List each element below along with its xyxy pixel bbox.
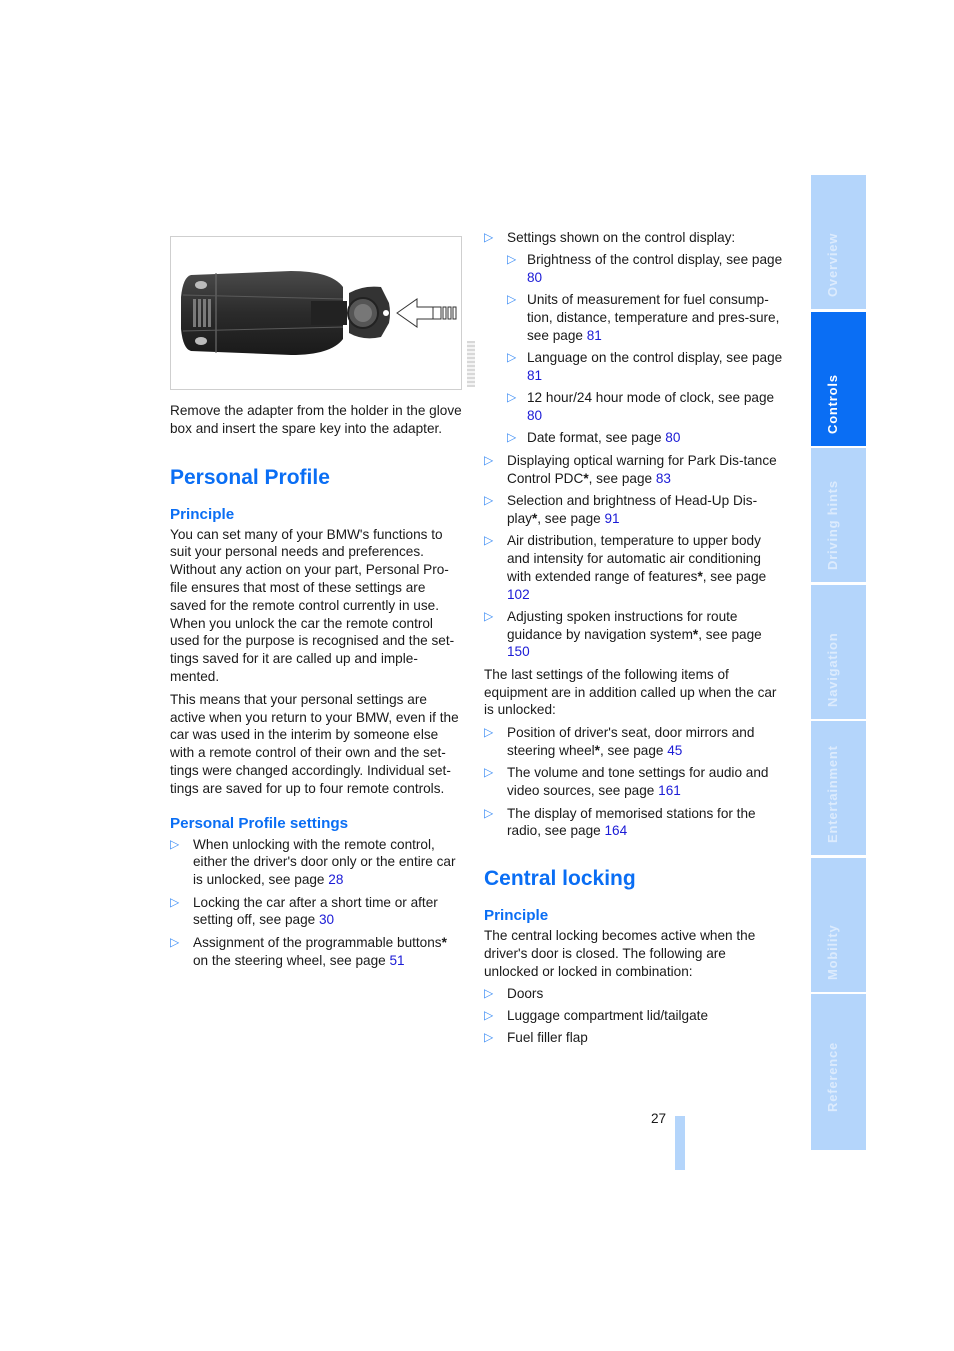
triangle-bullet-icon: ▷ [484,765,494,780]
list-item: ▷ The display of memorised stations for … [484,805,756,839]
tab-driving-hints[interactable]: Driving hints [811,448,866,582]
page-link[interactable]: 45 [667,743,682,758]
section-title-personal-profile: Personal Profile [170,465,330,489]
triangle-bullet-icon: ▷ [484,805,494,820]
optional-equipment-star: * [441,934,447,950]
page-link[interactable]: 51 [390,953,405,968]
triangle-bullet-icon: ▷ [507,251,517,266]
key-adapter-figure [170,236,475,390]
page-link[interactable]: 81 [587,328,602,343]
page-link[interactable]: 161 [658,783,681,798]
triangle-bullet-icon: ▷ [484,985,494,1000]
triangle-bullet-icon: ▷ [484,452,494,467]
sublist-item: ▷ 12 hour/24 hour mode of clock, see page… [507,390,775,423]
tab-overview[interactable]: Overview [811,175,866,309]
list-item: ▷ Displaying optical warning for Park Di… [484,452,777,486]
triangle-bullet-icon: ▷ [484,608,494,623]
last-settings-list: ▷ Position of driver's seat, door mirror… [484,724,784,840]
list-item: ▷ Settings shown on the control display:… [484,230,784,447]
list-item: ▷ When unlocking with the remote control… [170,836,456,888]
triangle-bullet-icon: ▷ [484,492,494,507]
page-link[interactable]: 80 [665,430,680,445]
page-link[interactable]: 91 [605,511,620,526]
last-settings-intro: The last settings of the following items… [484,666,777,718]
tab-mobility[interactable]: Mobility [811,857,866,992]
principle-paragraph-1: You can set many of your BMW's functions… [170,526,455,684]
subsection-title-principle: Principle [170,505,235,523]
triangle-bullet-icon: ▷ [484,1030,494,1045]
tab-navigation[interactable]: Navigation [811,584,866,719]
sublist-item: ▷ Units of measurement for fuel consump-t… [507,291,780,343]
page-link[interactable]: 150 [507,644,530,659]
page-link[interactable]: 81 [527,368,542,383]
list-item: ▷ Fuel filler flap [484,1030,588,1046]
list-item: ▷ Position of driver's seat, door mirror… [484,725,755,759]
subsection-title-personal-profile-settings: Personal Profile settings [170,814,349,832]
page-link[interactable]: 28 [328,872,343,887]
settings-list: ▷ Settings shown on the control display:… [484,229,784,661]
tab-reference[interactable]: Reference [811,994,866,1150]
page-link[interactable]: 80 [527,408,542,423]
triangle-bullet-icon: ▷ [484,230,494,244]
triangle-bullet-icon: ▷ [170,836,180,851]
list-item: ▷ The volume and tone settings for audio… [484,765,769,799]
personal-profile-settings-list: ▷ When unlocking with the remote control… [170,836,465,970]
list-item: ▷ Assignment of the programmable buttons… [170,934,447,968]
list-item: ▷ Selection and brightness of Head-Up Di… [484,492,758,526]
sublist-item: ▷ Brightness of the control display, see … [507,251,783,285]
page-link[interactable]: 30 [319,912,334,927]
triangle-bullet-icon: ▷ [484,533,494,548]
list-item: ▷ Doors [484,985,544,1001]
control-display-settings-sublist: ▷ Brightness of the control display, see … [507,251,784,447]
triangle-bullet-icon: ▷ [507,430,517,445]
triangle-bullet-icon: ▷ [484,1008,494,1023]
principle-paragraph-2: This means that your personal settings a… [170,691,459,796]
list-item: ▷ Locking the car after a short time or … [170,894,438,928]
page-marker-bar [675,1116,685,1170]
triangle-bullet-icon: ▷ [507,291,517,306]
page-link[interactable]: 102 [507,587,530,602]
page-link[interactable]: 80 [527,270,542,285]
right-column: ▷ Settings shown on the control display:… [484,229,784,1052]
triangle-bullet-icon: ▷ [170,894,180,909]
tab-entertainment[interactable]: Entertainment [811,721,866,855]
page-link[interactable]: 83 [656,471,671,486]
key-adapter-illustration-icon [181,271,457,355]
triangle-bullet-icon: ▷ [484,725,494,740]
chapter-tabs: Overview Controls Driving hints Navigati… [811,175,866,1153]
figure-caption: Remove the adapter from the holder in th… [170,403,462,436]
page-link[interactable]: 164 [605,823,628,838]
central-locking-list: ▷ Doors ▷ Luggage compartment lid/tailgate… [484,985,784,1048]
page-number: 27 [651,1111,667,1126]
central-locking-paragraph: The central locking becomes active when … [484,928,756,979]
left-column: Remove the adapter from the holder in th… [170,236,475,974]
sublist-item: ▷ Language on the control display, see pa… [507,349,783,383]
list-item: ▷ Air distribution, temperature to upper… [484,533,767,602]
triangle-bullet-icon: ▷ [507,349,517,364]
figure-reference-code [467,341,475,387]
subsection-title-principle: Principle [484,907,549,925]
triangle-bullet-icon: ▷ [170,934,180,949]
section-title-central-locking: Central locking [484,867,636,891]
triangle-bullet-icon: ▷ [507,390,517,405]
list-item: ▷ Luggage compartment lid/tailgate [484,1008,709,1024]
list-item: ▷ Adjusting spoken instructions for rout… [484,608,762,660]
tab-controls[interactable]: Controls [811,311,866,446]
sublist-item: ▷ Date format, see page 80 [507,430,681,446]
